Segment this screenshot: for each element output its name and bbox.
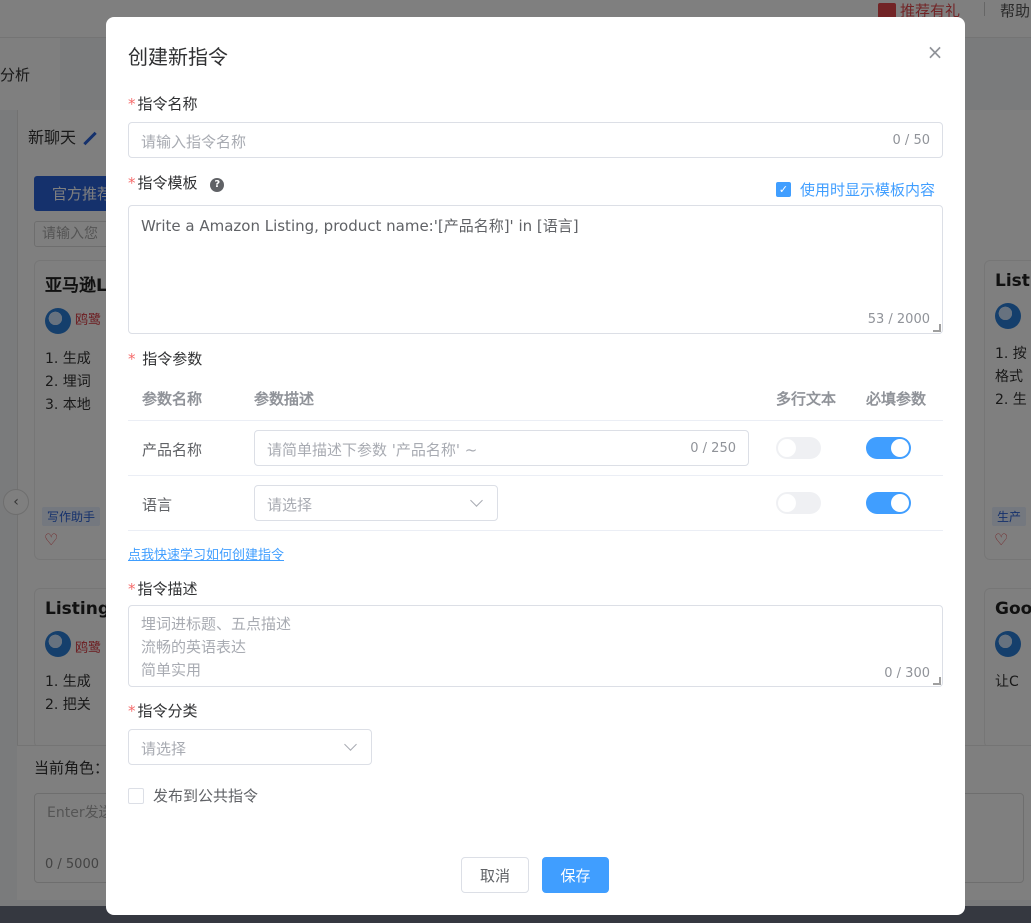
- header-multiline: 多行文本: [776, 390, 837, 408]
- params-label: * 指令参数: [128, 350, 203, 368]
- template-label: * 指令模板 ?: [128, 172, 225, 193]
- show-template-checkbox[interactable]: ✓ 使用时显示模板内容: [776, 179, 935, 200]
- table-row: 产品名称 请简单描述下参数 '产品名称' ~ 0 / 250: [128, 421, 943, 476]
- description-label: * 指令描述: [128, 580, 198, 598]
- required-mark: *: [128, 174, 136, 192]
- required-mark: *: [128, 350, 136, 368]
- publish-label: 发布到公共指令: [153, 787, 259, 805]
- description-placeholder-line: 流畅的英语表达: [141, 638, 247, 656]
- name-label: * 指令名称: [128, 95, 198, 113]
- description-textarea[interactable]: 埋词进标题、五点描述 流畅的英语表达 简单实用 0 / 300: [128, 605, 943, 687]
- param-type-select[interactable]: 请选择: [254, 485, 498, 521]
- required-mark: *: [128, 702, 136, 720]
- dialog-title: 创建新指令: [128, 45, 228, 69]
- checkbox-icon: [128, 787, 144, 804]
- name-placeholder: 请输入指令名称: [141, 133, 247, 151]
- publish-checkbox[interactable]: 发布到公共指令: [128, 785, 258, 806]
- description-count: 0 / 300: [884, 666, 930, 681]
- template-value: Write a Amazon Listing, product name:'[产…: [141, 217, 579, 235]
- param-desc-placeholder: 请简单描述下参数 '产品名称' ~: [267, 441, 478, 459]
- select-placeholder: 请选择: [267, 496, 313, 514]
- multiline-toggle[interactable]: [776, 492, 821, 514]
- header-param-desc: 参数描述: [254, 390, 315, 408]
- required-toggle[interactable]: [866, 437, 911, 459]
- multiline-toggle[interactable]: [776, 437, 821, 459]
- close-icon[interactable]: ×: [926, 41, 944, 63]
- required-mark: *: [128, 95, 136, 113]
- create-instruction-dialog: 创建新指令 × * 指令名称 请输入指令名称 0 / 50 * 指令模板 ? ✓ 使…: [106, 17, 965, 915]
- description-placeholder-line: 埋词进标题、五点描述: [141, 615, 292, 633]
- param-name: 语言: [142, 496, 173, 514]
- param-desc-input[interactable]: 请简单描述下参数 '产品名称' ~ 0 / 250: [254, 430, 749, 466]
- header-required: 必填参数: [866, 390, 927, 408]
- learn-link[interactable]: 点我快速学习如何创建指令: [128, 544, 284, 563]
- chevron-down-icon: [344, 738, 357, 751]
- header-param-name: 参数名称: [142, 390, 203, 408]
- required-toggle[interactable]: [866, 492, 911, 514]
- show-template-label: 使用时显示模板内容: [800, 181, 936, 199]
- params-table-header: 参数名称 参数描述 多行文本 必填参数: [128, 376, 943, 421]
- cancel-button[interactable]: 取消: [461, 857, 529, 893]
- chevron-down-icon: [470, 494, 483, 507]
- template-count: 53 / 2000: [867, 312, 930, 327]
- category-label: * 指令分类: [128, 702, 198, 720]
- checkbox-checked-icon: ✓: [776, 182, 791, 197]
- table-row: 语言 请选择: [128, 476, 943, 531]
- param-desc-count: 0 / 250: [690, 441, 736, 456]
- category-select[interactable]: 请选择: [128, 729, 372, 765]
- params-table: 参数名称 参数描述 多行文本 必填参数 产品名称 请简单描述下参数 '产品名称'…: [128, 376, 943, 531]
- template-textarea[interactable]: Write a Amazon Listing, product name:'[产…: [128, 205, 943, 334]
- description-placeholder-line: 简单实用: [141, 661, 202, 679]
- required-mark: *: [128, 580, 136, 598]
- param-name: 产品名称: [142, 441, 203, 459]
- save-button[interactable]: 保存: [542, 857, 609, 893]
- resize-handle-icon[interactable]: [933, 677, 941, 685]
- select-placeholder: 请选择: [141, 740, 187, 758]
- name-count: 0 / 50: [892, 133, 930, 148]
- resize-handle-icon[interactable]: [933, 324, 941, 332]
- instruction-name-input[interactable]: 请输入指令名称 0 / 50: [128, 122, 943, 158]
- question-icon[interactable]: ?: [210, 178, 225, 192]
